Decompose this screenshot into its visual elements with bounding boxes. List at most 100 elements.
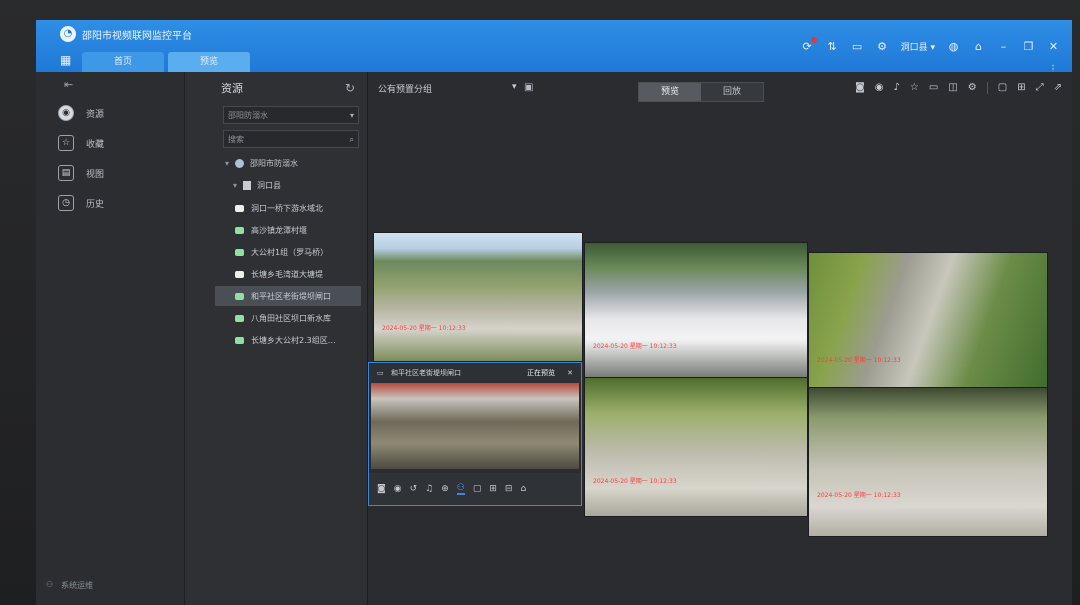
fullscreen-icon[interactable]: ⤢ (1036, 82, 1044, 94)
camera-icon (235, 270, 244, 278)
monitor-icon[interactable]: ▭ (851, 40, 864, 53)
map-icon[interactable]: ◫ (948, 82, 957, 94)
monitor-bezel: ◔ 邵阳市视频联网监控平台 ▦ 首页 预览 ⟳ ⇅ ▭ ⚙ 洞口县 ▾ ◍ ⌂ … (0, 0, 1080, 605)
refresh-icon[interactable]: ↻ (345, 81, 355, 95)
nav-collapse-icon[interactable]: ⇤ (64, 78, 73, 91)
popout-icon[interactable]: ⇗ (1054, 82, 1062, 94)
playback-icon[interactable]: ↺ (410, 484, 418, 494)
notification-badge (810, 37, 817, 43)
camera-online-icon (235, 314, 244, 322)
snapshot-icon[interactable]: ◙ (377, 484, 386, 494)
lock-icon[interactable]: ⌂ (972, 40, 985, 53)
save-icon[interactable]: ▣ (524, 82, 533, 93)
view-icon: ▤ (58, 165, 74, 181)
resource-panel-title: 资源 (221, 82, 243, 95)
caret-down-icon: ▾ (233, 181, 238, 190)
video-tile[interactable]: 2024-05-20 星期一 10:12:33 (584, 242, 808, 382)
window-icon[interactable]: ▢ (998, 82, 1007, 94)
history-icon: ◷ (58, 195, 74, 211)
resource-filter-select[interactable]: 邵阳防溺水 ▾ (223, 106, 359, 124)
lock-icon[interactable]: ⌂ (520, 484, 526, 494)
transfer-icon[interactable]: ⇅ (826, 40, 839, 53)
split-icon[interactable]: ⊟ (505, 484, 513, 494)
video-tile-header: ▭ 和平社区老街堤坝闸口 正在预览 ✕ (369, 363, 581, 383)
camera-label: 长塘乡大公村2.3组区… (251, 335, 336, 345)
left-nav: ⇤ ◉ 资源 ☆ 收藏 ▤ 视图 ◷ 历史 ⚇ 系统运维 (36, 72, 185, 605)
preview-mode-button[interactable]: 预览 (639, 83, 701, 101)
nav-item-label: 收藏 (86, 139, 105, 150)
video-tile-status: 正在预览 (527, 369, 555, 377)
caret-down-icon: ▾ (225, 159, 230, 168)
minimize-icon[interactable]: – (997, 40, 1010, 53)
grid-icon[interactable]: ⊞ (489, 484, 497, 494)
video-tile[interactable]: 2024-05-20 星期一 10:12:33 (808, 252, 1048, 398)
chevron-down-icon: ▾ (512, 82, 517, 92)
record-icon[interactable]: ◉ (394, 484, 402, 494)
tree-node-root[interactable]: ▾ 邵阳市防溺水 (225, 158, 298, 169)
video-tile[interactable]: 2024-05-20 星期一 10:12:33 (373, 232, 583, 362)
user-menu[interactable]: 洞口县 ▾ (901, 40, 935, 53)
notification-icon[interactable]: ⟳ (801, 37, 817, 53)
camera-item[interactable]: 长塘乡大公村2.3组区… (215, 330, 361, 350)
tab-preview[interactable]: 预览 (168, 52, 251, 72)
camera-icon[interactable]: ◙ (855, 82, 865, 94)
nav-item-view[interactable]: ▤ 视图 (58, 162, 104, 184)
camera-online-icon (235, 336, 244, 344)
tree-node-label: 洞口县 (257, 181, 282, 190)
video-frame[interactable] (371, 383, 579, 469)
camera-icon: ▭ (377, 369, 384, 377)
video-caption: 2024-05-20 星期一 10:12:33 (817, 492, 901, 499)
camera-item[interactable]: 洞口一桥下游水域北 (215, 198, 361, 218)
tree-node-county[interactable]: ▾ 洞口县 (233, 180, 281, 191)
close-icon[interactable]: ✕ (567, 363, 573, 383)
camera-label: 八角田社区坝口新水库 (251, 313, 331, 323)
video-tile[interactable]: 2024-05-20 星期一 10:12:33 (584, 377, 808, 517)
tab-row: ▦ 首页 预览 (60, 48, 254, 72)
ptz-icon[interactable]: ⚇ (456, 483, 465, 495)
resource-icon: ◉ (58, 105, 74, 121)
tree-node-label: 邵阳市防溺水 (250, 159, 299, 168)
tab-home[interactable]: 首页 (82, 52, 165, 72)
video-tile[interactable]: 2024-05-20 星期一 10:12:33 (808, 387, 1048, 537)
camera-item[interactable]: 大公村1组（罗马桥） (215, 242, 361, 262)
group-select[interactable]: 公有预置分组 ▾ (378, 82, 517, 95)
nav-item-favorites[interactable]: ☆ 收藏 (58, 132, 104, 154)
search-placeholder: 搜索 (228, 135, 244, 144)
video-caption: 2024-05-20 星期一 10:12:33 (817, 357, 901, 364)
resource-search-input[interactable]: 搜索 ⌕ (223, 130, 359, 148)
record-icon[interactable]: ◉ (875, 82, 884, 94)
group-select-value: 公有预置分组 (378, 85, 433, 95)
restore-icon[interactable]: ❐ (1022, 40, 1035, 53)
resource-filter-value: 邵阳防溺水 (228, 111, 268, 120)
window-icon[interactable]: ▢ (473, 484, 482, 494)
camera-item-selected[interactable]: 和平社区老街堤坝闸口 (215, 286, 361, 306)
nav-item-label: 历史 (86, 199, 105, 210)
settings-icon[interactable]: ⚙ (876, 40, 889, 53)
camera-label: 洞口一桥下游水域北 (251, 203, 323, 213)
zoom-icon[interactable]: ⊕ (441, 484, 449, 494)
nav-item-history[interactable]: ◷ 历史 (58, 192, 104, 214)
camera-item[interactable]: 八角田社区坝口新水库 (215, 308, 361, 328)
star-icon[interactable]: ☆ (910, 82, 919, 94)
gear-icon[interactable]: ⚙ (968, 82, 977, 94)
globe-icon (235, 159, 245, 168)
nav-item-resource[interactable]: ◉ 资源 (58, 102, 104, 124)
mic-icon[interactable]: ♫ (425, 484, 433, 494)
app-logo-icon: ◔ (60, 26, 76, 42)
camera-item[interactable]: 高沙镇龙潭村堰 (215, 220, 361, 240)
audio-icon[interactable]: ♪ (894, 82, 900, 94)
screen-icon[interactable]: ▭ (929, 82, 938, 94)
close-icon[interactable]: ✕ (1047, 40, 1060, 53)
camera-item[interactable]: 长塘乡毛湾道大塘堤 (215, 264, 361, 284)
grid-icon[interactable]: ⊞ (1017, 82, 1025, 94)
camera-label: 和平社区老街堤坝闸口 (251, 291, 331, 301)
camera-icon (235, 204, 244, 212)
title-bar: ◔ 邵阳市视频联网监控平台 ▦ 首页 预览 ⟳ ⇅ ▭ ⚙ 洞口县 ▾ ◍ ⌂ … (36, 20, 1072, 75)
main-area: 公有预置分组 ▾ ▣ 预览 回放 ◙ ◉ ♪ ☆ ▭ ◫ ⚙ ▢ ⊞ ⤢ ⇗ 2… (368, 72, 1072, 605)
video-tile-active[interactable]: ▭ 和平社区老街堤坝闸口 正在预览 ✕ ◙ ◉ ↺ ♫ ⊕ ⚇ ▢ ⊞ ⊟ ⌂ (368, 362, 582, 506)
app-menu-icon[interactable]: ▦ (60, 53, 74, 67)
playback-mode-button[interactable]: 回放 (701, 83, 763, 101)
globe-icon[interactable]: ◍ (947, 40, 960, 53)
nav-footer[interactable]: ⚇ 系统运维 (46, 580, 93, 591)
video-caption: 2024-05-20 星期一 10:12:33 (382, 325, 466, 332)
